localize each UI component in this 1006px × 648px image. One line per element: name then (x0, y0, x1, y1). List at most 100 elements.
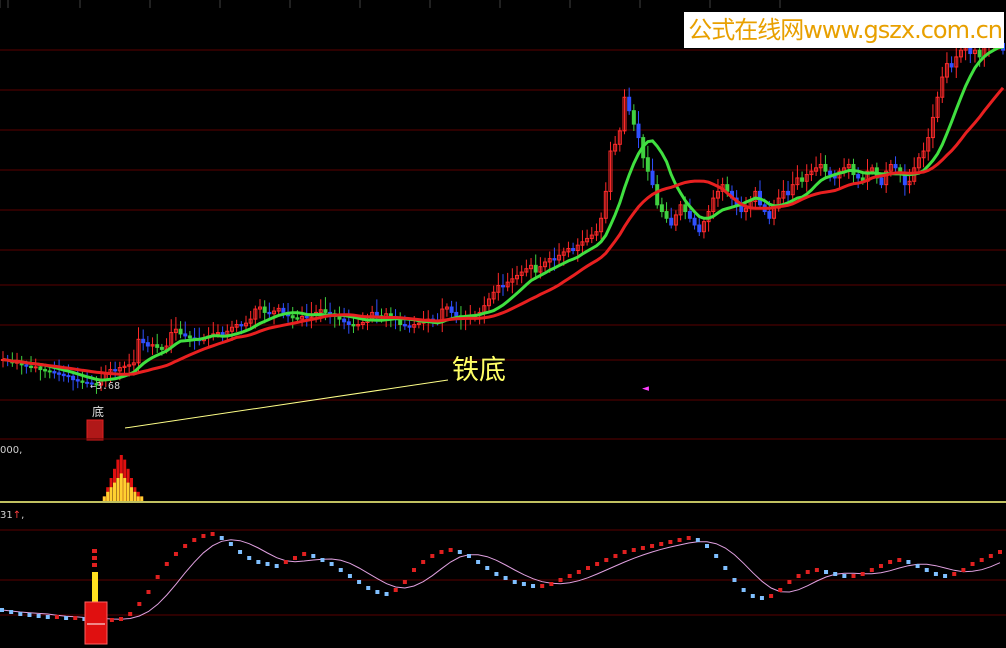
low-price-label: ←3.68 (90, 381, 121, 392)
candle-body (828, 170, 833, 176)
iron-bottom-annotation: 铁底 (452, 355, 506, 386)
kdj-dot (228, 542, 233, 546)
candle-body (402, 324, 407, 327)
watermark: 公式在线网www.gszx.com.cn (684, 12, 1004, 48)
kdj-dot (430, 554, 435, 558)
kdj-dot (622, 550, 627, 554)
kdj-dot (173, 552, 178, 556)
kdj-dot (521, 582, 526, 586)
kdj-red-signal-box (84, 601, 108, 645)
kdj-dot (448, 548, 453, 552)
candle-body (374, 311, 379, 317)
kdj-dot (329, 562, 334, 566)
kdj-dot (833, 572, 838, 576)
candle-body (85, 381, 90, 384)
kdj-dot (219, 536, 224, 540)
candle-body (43, 369, 48, 372)
kdj-dot (604, 558, 609, 562)
annotation-leader-line (124, 379, 449, 429)
kdj-dot (64, 616, 69, 620)
kdj-dot (375, 590, 380, 594)
kdj-dot (201, 534, 206, 538)
kdj-dot (466, 554, 471, 558)
candle-body (24, 364, 29, 367)
kdj-dot (18, 612, 23, 616)
kdj-panel-label: 31↑, (0, 510, 24, 521)
candle-body (159, 346, 164, 350)
volume-inner-bar (126, 482, 130, 501)
candle-body (856, 174, 861, 179)
pointer-icon: ◄ (642, 384, 649, 394)
kdj-dot (732, 578, 737, 582)
candle-body (650, 170, 655, 186)
kdj-dot (27, 613, 32, 617)
kdj-dot (402, 580, 407, 584)
candle-body (533, 264, 538, 273)
kdj-label-value: 31 (0, 510, 13, 521)
kdj-dot (750, 594, 755, 598)
candle-body (977, 49, 982, 58)
candle-body (351, 324, 356, 327)
candle-body (627, 96, 632, 112)
kdj-dot (109, 618, 114, 622)
candle-body (155, 344, 160, 348)
kdj-dot (769, 594, 774, 598)
bottom-signal-label: 底 (92, 405, 105, 419)
candle-body (47, 370, 52, 373)
kdj-grid (0, 529, 1006, 616)
kdj-dot (393, 588, 398, 592)
volume-panel-label: 000, (0, 445, 23, 456)
candle-body (552, 258, 557, 261)
candle-body (767, 211, 772, 219)
kdj-dot (723, 566, 728, 570)
candle-body (655, 184, 660, 206)
kdj-dot (778, 588, 783, 592)
kdj-dot (988, 554, 993, 558)
candle-body (893, 163, 898, 169)
kdj-dot (824, 570, 829, 574)
candle-body (75, 379, 80, 382)
kdj-dot (677, 538, 682, 542)
kdj-dot (549, 582, 554, 586)
candle-body (337, 315, 342, 320)
candle-body (295, 317, 300, 320)
kdj-dot (137, 602, 142, 606)
volume-inner-bar (123, 478, 127, 501)
candle-body (29, 365, 34, 369)
candle-body (220, 332, 225, 336)
kdj-dot (421, 560, 426, 564)
candle-body (38, 366, 43, 371)
kdj-dot (888, 560, 893, 564)
kdj-dot (860, 572, 865, 576)
kdj-dot (979, 558, 984, 562)
kdj-dot (54, 615, 59, 619)
candle-body (823, 163, 828, 172)
candle-body (636, 123, 641, 139)
kdj-dot (247, 556, 252, 560)
kdj-dot (842, 574, 847, 578)
kdj-signal-dot (92, 556, 97, 560)
kdj-dot (503, 576, 508, 580)
candle-body (304, 315, 309, 319)
kdj-dot (970, 562, 975, 566)
volume-inner-bar (113, 482, 116, 501)
candle-body (342, 318, 347, 323)
kdj-dot (146, 590, 151, 594)
candle-body (80, 380, 85, 383)
kdj-dot (476, 560, 481, 564)
candle-body (631, 110, 636, 125)
volume-inner-bar (109, 487, 113, 501)
volume-inner-bar (116, 478, 120, 501)
kdj-dot (851, 574, 856, 578)
kdj-dot (412, 568, 417, 572)
kdj-dot (164, 562, 169, 566)
kdj-dot (73, 616, 78, 620)
kdj-dot (512, 580, 517, 584)
kdj-dot (0, 608, 4, 612)
candle-body (267, 311, 272, 315)
kdj-yellow-bar (92, 572, 98, 604)
candle-body (61, 373, 66, 377)
kdj-dot (9, 610, 14, 614)
kdj-dot (531, 584, 536, 588)
volume-inner-bar (102, 496, 106, 501)
